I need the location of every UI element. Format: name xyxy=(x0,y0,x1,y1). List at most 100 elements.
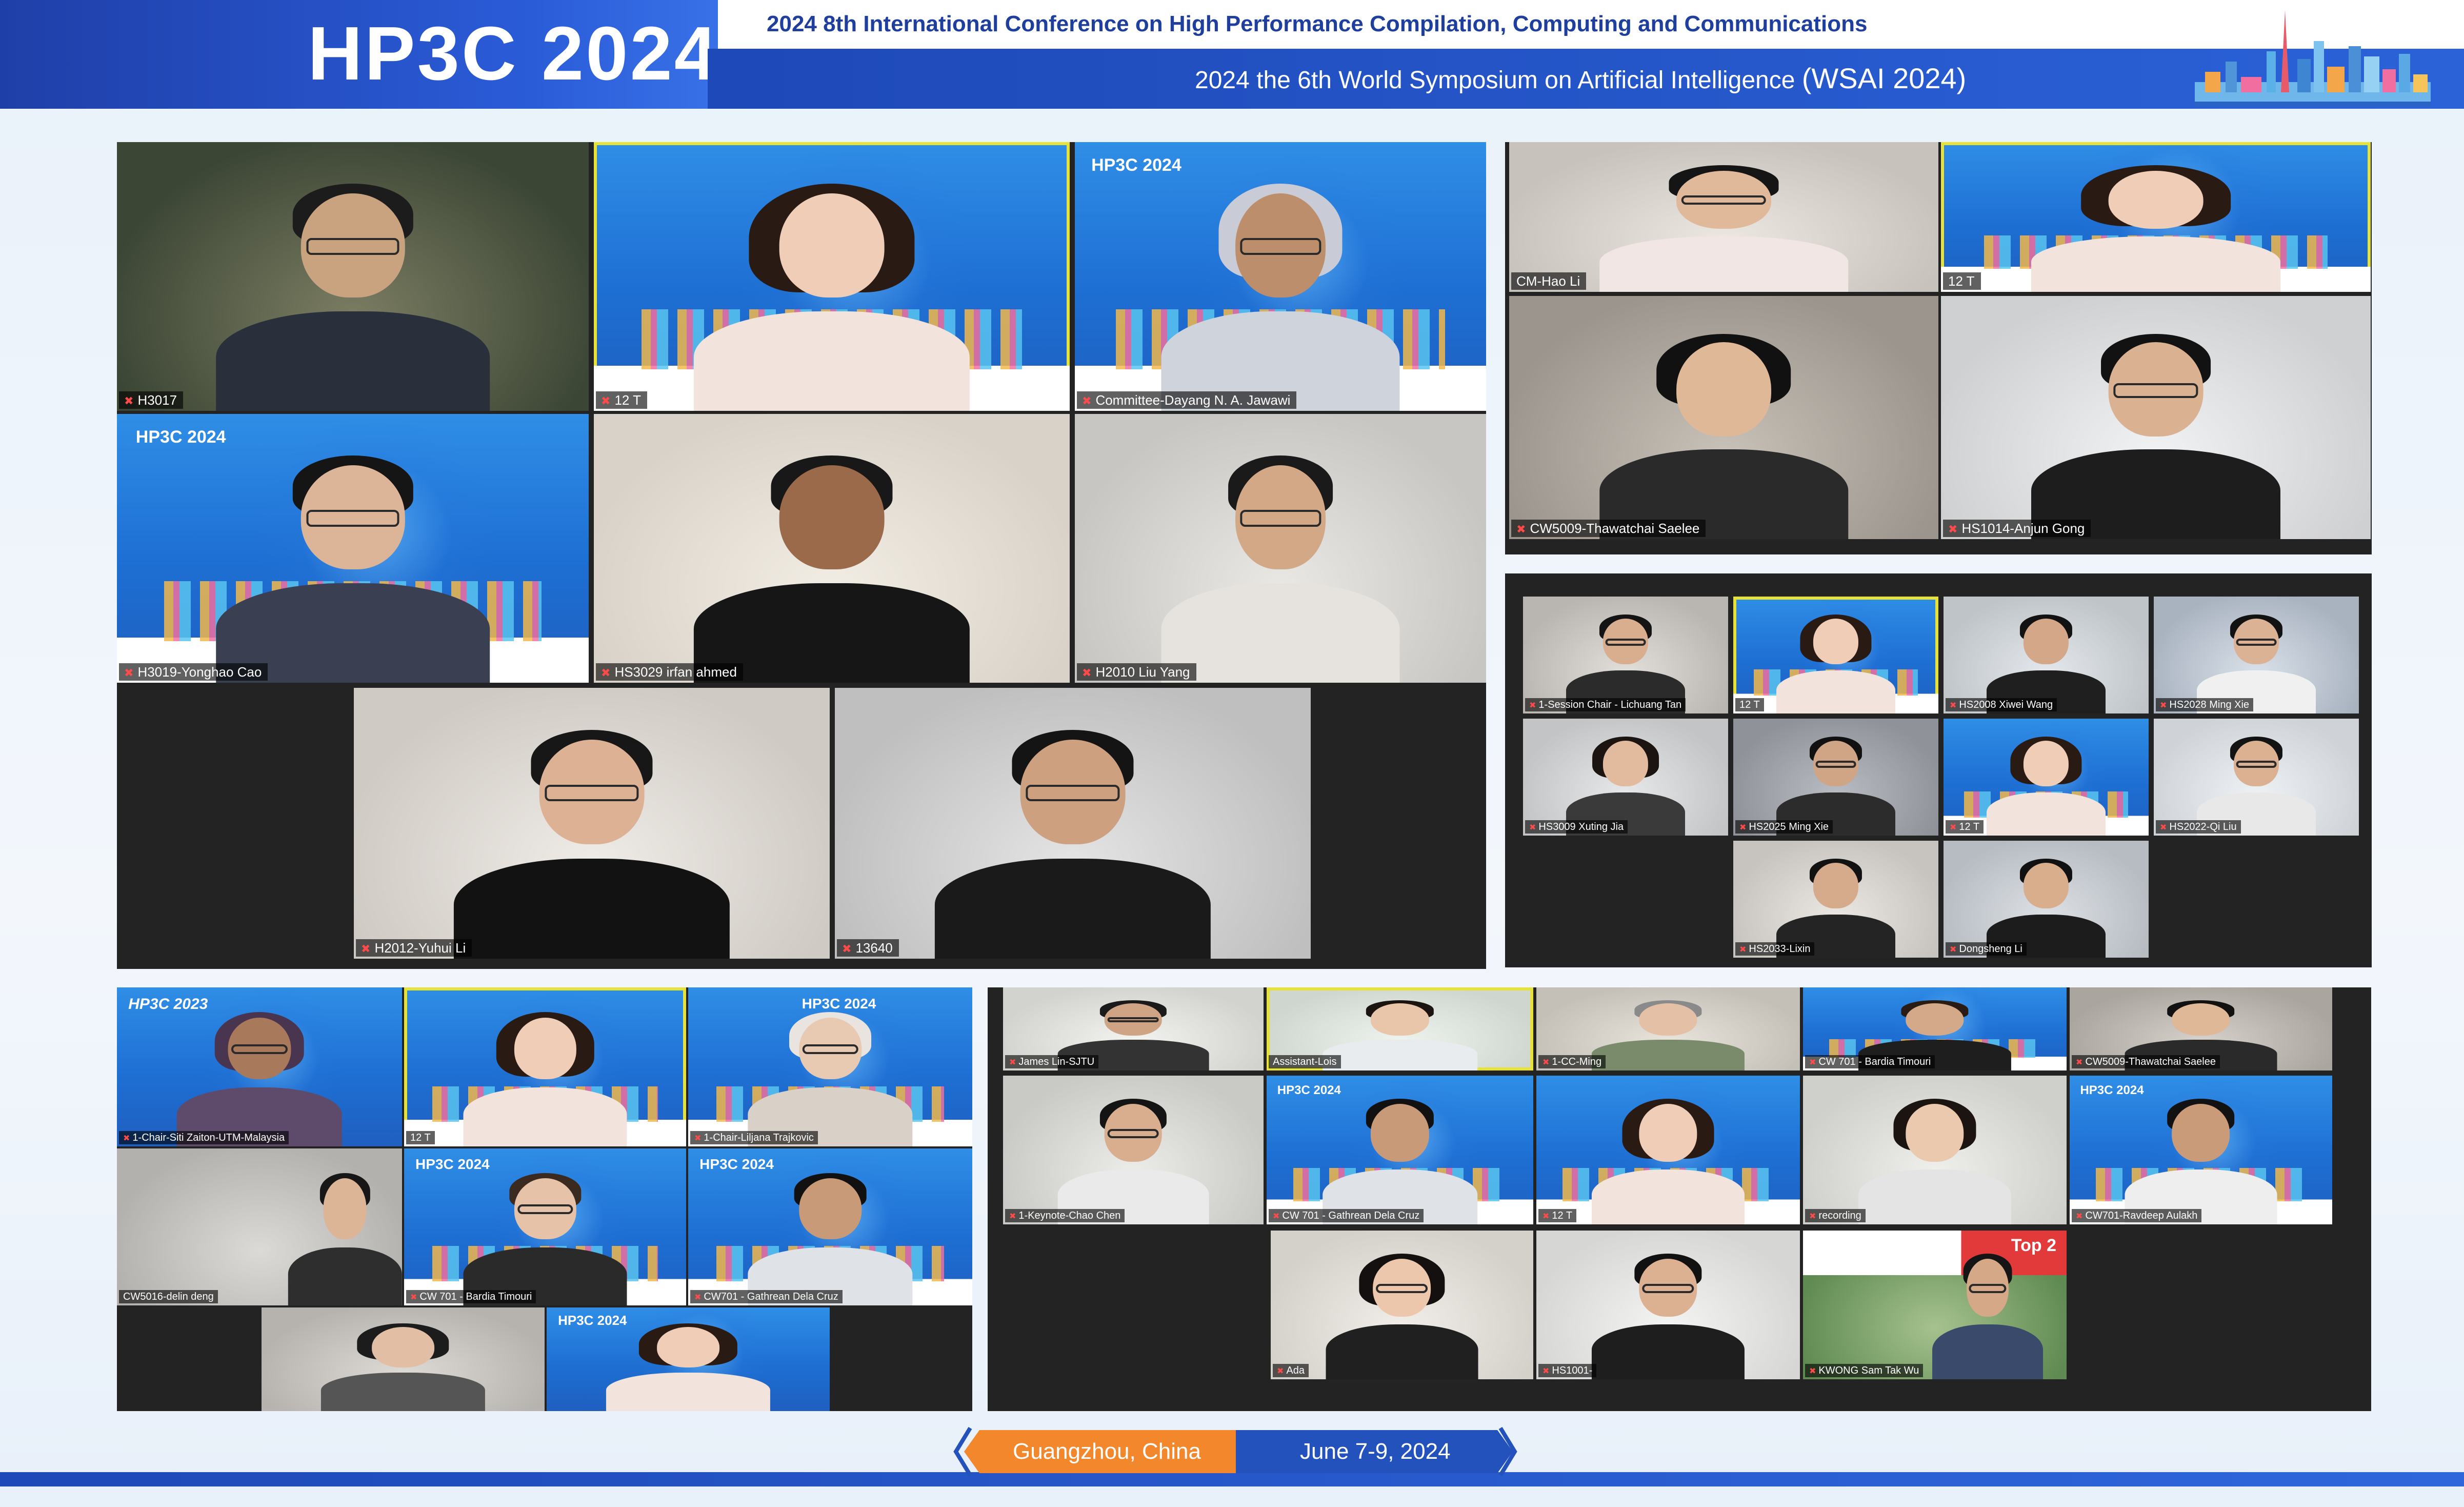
video-tile[interactable]: ✖ HS1001- xyxy=(1536,1231,1800,1379)
participant-video xyxy=(2031,325,2281,539)
mic-muted-icon: ✖ xyxy=(361,942,371,955)
video-tile[interactable]: HP3C 2024 ✖ CW701 - Gathrean Dela Cruz xyxy=(688,1148,972,1305)
mic-muted-icon: ✖ xyxy=(1082,666,1092,679)
video-tile[interactable]: ✖ H2012-Yuhui Li xyxy=(354,688,830,959)
participant-video xyxy=(320,1320,486,1411)
participant-name-tag: ✖ CW 701 - Gathrean Dela Cruz xyxy=(1269,1209,1424,1222)
participant-name-tag: ✖ CW701-Ravdeep Aulakh xyxy=(2072,1209,2202,1222)
video-tile[interactable] xyxy=(262,1307,545,1411)
participant-video xyxy=(2031,160,2281,292)
video-tile[interactable]: HP3C 2024 ✖ H3019-Yonghao Cao xyxy=(117,414,589,683)
video-tile[interactable]: HP3C 2024 xyxy=(547,1307,830,1411)
event-location: Guangzhou, China xyxy=(1013,1439,1201,1464)
video-tile[interactable]: ✖ HS2028 Ming Xie xyxy=(2154,597,2359,713)
video-tile-active-speaker[interactable]: Assistant-Lois xyxy=(1267,987,1533,1070)
video-tile[interactable]: HP3C 2024 ✖ 1-Chair-Liljana Trajkovic xyxy=(688,987,972,1146)
participant-name-tag: ✖ HS3029 irfan ahmed xyxy=(596,663,743,681)
video-tile-active-speaker[interactable]: ✖ 12 T xyxy=(594,142,1070,411)
video-tile[interactable]: ✖ 12 T xyxy=(1944,719,2149,836)
video-tile-active-speaker[interactable]: 12 T xyxy=(404,987,686,1146)
video-tile[interactable]: Top 2 ✖ KWONG Sam Tak Wu xyxy=(1803,1231,2067,1379)
participant-name-tag: ✖ CW 701 - Bardia Timouri xyxy=(1805,1055,1935,1068)
video-tile[interactable]: ✖ 1-Keynote-Chao Chen xyxy=(1003,1076,1264,1224)
video-tile[interactable]: ✖ HS3009 Xuting Jia xyxy=(1523,719,1728,836)
participant-video xyxy=(1323,997,1477,1070)
video-tile[interactable]: HP3C 2024 ✖ CW 701 - Bardia Timouri xyxy=(404,1148,686,1305)
video-tile[interactable]: ✖ 12 T xyxy=(1536,1076,1800,1224)
mic-muted-icon: ✖ xyxy=(1516,523,1526,536)
participant-name-tag: 12 T xyxy=(406,1131,435,1144)
symposium-abbr: (WSAI 2024) xyxy=(1801,62,1967,94)
participant-name-tag: ✖ 1-Keynote-Chao Chen xyxy=(1005,1209,1125,1222)
participant-name-tag: ✖ HS2033-Lixin xyxy=(1735,942,1815,956)
participant-name-tag: ✖ CW5009-Thawatchai Saelee xyxy=(2072,1055,2220,1068)
mic-muted-icon: ✖ xyxy=(1082,394,1092,407)
zoom-gallery-panel-c: ✖ 1-Session Chair - Lichuang Tan 12 T ✖ HS… xyxy=(1505,573,2372,967)
participant-name-tag: ✖ HS1014-Anjun Gong xyxy=(1943,520,2091,537)
participant-video xyxy=(1591,1094,1745,1224)
participant-name-tag: ✖ HS1001- xyxy=(1538,1364,1597,1377)
video-tile[interactable]: ✖ HS3029 irfan ahmed xyxy=(594,414,1070,683)
video-tile[interactable]: ✖ HS2008 Xiwei Wang xyxy=(1944,597,2149,713)
video-tile[interactable]: ✖ CW 701 - Bardia Timouri xyxy=(1803,987,2067,1070)
video-tile[interactable]: ✖ H3017 xyxy=(117,142,589,411)
participant-name-tag: ✖ HS2022-Qi Liu xyxy=(2156,820,2241,834)
video-tile[interactable]: HP3C 2024 ✖ CW 701 - Gathrean Dela Cruz xyxy=(1267,1076,1533,1224)
mic-muted-icon: ✖ xyxy=(1739,823,1747,832)
participant-video xyxy=(1591,1248,1745,1379)
participant-video xyxy=(934,720,1211,959)
participant-name-tag: ✖ 12 T xyxy=(596,391,647,409)
video-tile[interactable]: ✖ 1-Session Chair - Lichuang Tan xyxy=(1523,597,1728,713)
participant-video xyxy=(288,1167,402,1305)
video-tile[interactable]: HP3C 2024 ✖ Committee-Dayang N. A. Jawawi xyxy=(1075,142,1486,411)
video-tile[interactable]: ✖ James Lin-SJTU xyxy=(1003,987,1264,1070)
participant-video xyxy=(1599,325,1849,539)
video-tile[interactable]: ✖ 13640 xyxy=(835,688,1311,959)
participant-name-tag: ✖ 1-Chair-Liljana Trajkovic xyxy=(690,1131,818,1144)
participant-video xyxy=(1599,160,1849,292)
mic-muted-icon: ✖ xyxy=(1950,823,1957,832)
video-tile[interactable]: ✖ Ada xyxy=(1271,1231,1533,1379)
video-tile-active-speaker[interactable]: 12 T xyxy=(1941,142,2371,292)
mic-muted-icon: ✖ xyxy=(1950,945,1957,954)
zoom-gallery-panel-a: ✖ H3017 ✖ 12 T HP3C 2024 ✖ Committee-Dayang… xyxy=(117,142,1486,969)
mic-muted-icon: ✖ xyxy=(694,1134,702,1143)
mic-muted-icon: ✖ xyxy=(1948,523,1958,536)
participant-name-tag: ✖ H3019-Yonghao Cao xyxy=(119,663,268,681)
video-tile-active-speaker[interactable]: 12 T xyxy=(1733,597,1938,713)
participant-video xyxy=(748,1006,913,1146)
video-tile[interactable]: CW5016-delin deng xyxy=(117,1148,402,1305)
video-tile[interactable]: ✖ HS2022-Qi Liu xyxy=(2154,719,2359,836)
video-tile[interactable]: HP3C 2024 ✖ CW701-Ravdeep Aulakh xyxy=(2070,1076,2332,1224)
video-tile[interactable]: ✖ 1-CC-Ming xyxy=(1536,987,1800,1070)
video-tile[interactable]: ✖ HS2033-Lixin xyxy=(1733,841,1938,958)
video-tile[interactable]: HP3C 2023 ✖ 1-Chair-Siti Zaiton-UTM-Malay… xyxy=(117,987,402,1146)
mic-muted-icon: ✖ xyxy=(2160,701,2167,710)
participant-name-tag: ✖ CW701 - Gathrean Dela Cruz xyxy=(690,1290,843,1303)
video-tile[interactable]: ✖ CW5009-Thawatchai Saelee xyxy=(1509,296,1938,539)
video-tile[interactable]: ✖ HS1014-Anjun Gong xyxy=(1941,296,2371,539)
mic-muted-icon: ✖ xyxy=(1809,1058,1816,1067)
participant-video xyxy=(1932,1248,2043,1379)
video-tile[interactable]: ✖ HS2025 Ming Xie xyxy=(1733,719,1938,836)
participant-video xyxy=(1057,1094,1209,1224)
participant-name-tag: ✖ HS2025 Ming Xie xyxy=(1735,820,1833,834)
participant-video xyxy=(1858,1094,2012,1224)
mic-muted-icon: ✖ xyxy=(842,942,852,955)
participant-name-tag: ✖ Dongsheng Li xyxy=(1946,942,2027,956)
mic-muted-icon: ✖ xyxy=(601,666,611,679)
participant-video xyxy=(1161,174,1400,411)
video-tile[interactable]: ✖ CW5009-Thawatchai Saelee xyxy=(2070,987,2332,1070)
video-tile[interactable]: CM-Hao Li xyxy=(1509,142,1938,292)
participant-name-tag: ✖ 1-Session Chair - Lichuang Tan xyxy=(1525,698,1686,711)
video-tile[interactable]: ✖ H2010 Liu Yang xyxy=(1075,414,1486,683)
participant-video xyxy=(2125,1094,2277,1224)
participant-name-tag: CM-Hao Li xyxy=(1511,272,1587,290)
zoom-gallery-panel-e: ✖ James Lin-SJTU Assistant-Lois ✖ 1-CC-Min… xyxy=(988,987,2371,1411)
mic-muted-icon: ✖ xyxy=(123,1134,130,1143)
participant-name-tag: ✖ recording xyxy=(1805,1209,1866,1222)
participant-video xyxy=(693,174,970,411)
video-tile[interactable]: ✖ Dongsheng Li xyxy=(1944,841,2149,958)
video-tile[interactable]: ✖ recording xyxy=(1803,1076,2067,1224)
participant-video xyxy=(216,446,490,683)
